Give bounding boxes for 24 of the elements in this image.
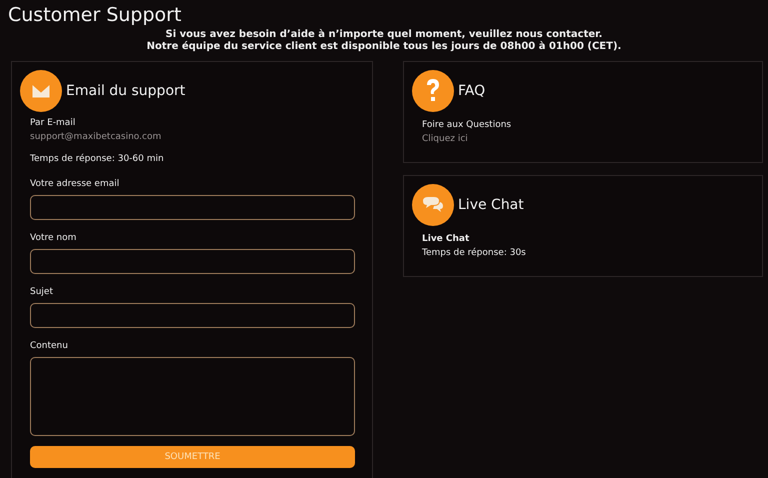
intro-text: Notre équipe du service client est disponible tous les jours de 08h00 à 01h00 (CET). bbox=[146, 41, 622, 53]
field-label: Contenu bbox=[30, 340, 69, 352]
card-title: FAQ bbox=[458, 83, 486, 99]
card-title: Live Chat bbox=[458, 197, 524, 213]
field-label: Votre nom bbox=[30, 232, 78, 244]
input-field[interactable] bbox=[30, 195, 355, 220]
method-label: Par E-mail bbox=[30, 117, 76, 130]
field-label: Votre adresse email bbox=[30, 178, 120, 190]
input-field[interactable] bbox=[30, 249, 355, 274]
content-field[interactable] bbox=[30, 357, 355, 436]
intro-text: Si vous avez besoin d’aide à n’importe quel moment, veuillez nous contacter. bbox=[166, 29, 602, 41]
input-field[interactable] bbox=[30, 303, 355, 328]
email-address: support@maxibetcasino.com bbox=[30, 131, 162, 144]
speech-bubbles-icon bbox=[412, 184, 454, 226]
card-text: Live Chat bbox=[422, 233, 470, 246]
field-label: Sujet bbox=[30, 286, 54, 298]
faq-link[interactable]: Cliquez ici bbox=[422, 132, 754, 146]
card-text: Temps de réponse: 30s bbox=[422, 246, 527, 260]
envelope-icon bbox=[20, 70, 62, 112]
card-title: Email du support bbox=[66, 83, 186, 99]
response-time: Temps de réponse: 30-60 min bbox=[30, 152, 165, 166]
page-title: Customer Support bbox=[7, 3, 182, 27]
card-text: Foire aux Questions bbox=[422, 119, 512, 132]
question-mark-icon bbox=[412, 70, 454, 112]
